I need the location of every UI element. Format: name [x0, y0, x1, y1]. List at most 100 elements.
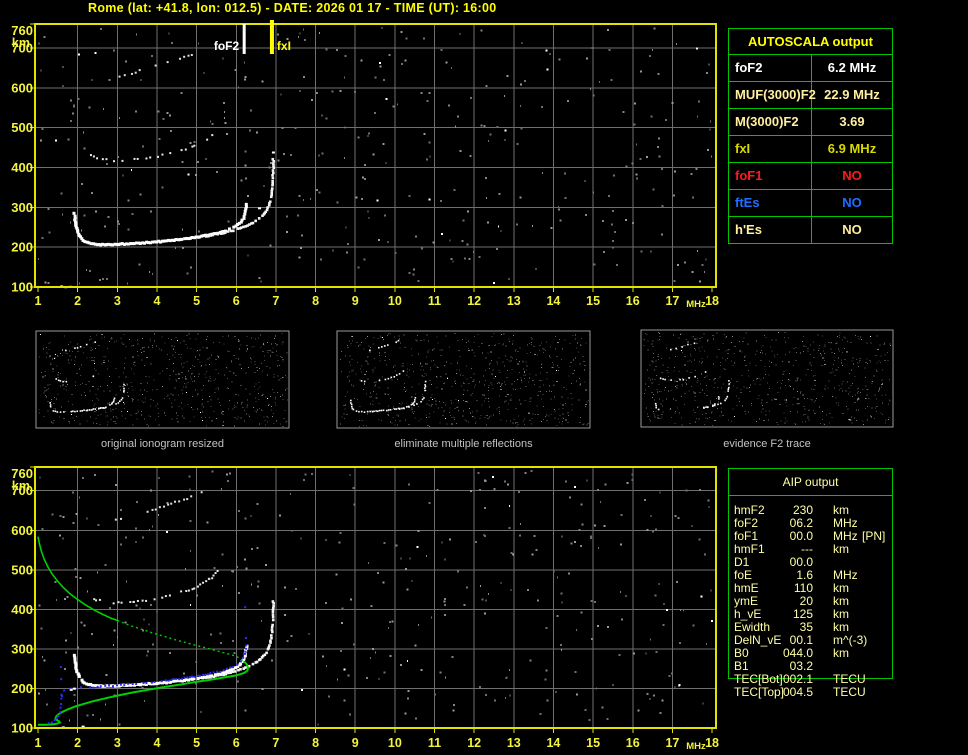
svg-text:5: 5 — [193, 736, 200, 750]
svg-text:14: 14 — [546, 736, 560, 750]
svg-text:9: 9 — [352, 294, 359, 308]
autoscala-rows: foF2 6.2 MHz MUF(3000)F2 22.9 MHz M(3000)F2 3… — [729, 55, 892, 243]
svg-text:11: 11 — [428, 736, 441, 750]
svg-text:12: 12 — [467, 294, 481, 308]
autoscala-row-label: fxI — [729, 136, 812, 162]
autoscala-row-MUF(3000)F2: MUF(3000)F2 22.9 MHz — [729, 82, 892, 109]
noise-speckle — [38, 470, 713, 726]
thumbnail-caption-original: original ionogram resized — [101, 438, 224, 450]
svg-text:MHz: MHz — [686, 299, 706, 310]
svg-text:2: 2 — [74, 294, 81, 308]
aip-unit: km — [833, 646, 849, 660]
svg-text:100: 100 — [11, 280, 33, 295]
svg-text:17: 17 — [665, 736, 679, 750]
svg-text:13: 13 — [507, 294, 521, 308]
autoscala-row-fxI: fxI 6.9 MHz — [729, 136, 892, 163]
svg-text:foF2: foF2 — [214, 39, 240, 53]
svg-text:15: 15 — [586, 736, 600, 750]
svg-text:13: 13 — [507, 736, 521, 750]
autoscala-row-value: 6.9 MHz — [827, 141, 877, 156]
svg-text:600: 600 — [11, 80, 33, 95]
autoscala-row-ftEs: ftEs NO — [729, 190, 892, 217]
svg-text:3: 3 — [114, 736, 121, 750]
thumbnail-caption-evidence: evidence F2 trace — [723, 438, 811, 450]
svg-text:12: 12 — [467, 736, 481, 750]
svg-text:9: 9 — [352, 736, 359, 750]
svg-text:km: km — [12, 479, 30, 493]
svg-text:400: 400 — [11, 160, 33, 175]
svg-text:4: 4 — [153, 294, 160, 308]
autoscala-row-value: NO — [842, 168, 862, 183]
autoscala-row-foF1: foF1 NO — [729, 163, 892, 190]
thumbnail-3 — [640, 329, 894, 428]
aip-value: 004.5 — [782, 685, 813, 699]
svg-text:8: 8 — [312, 294, 319, 308]
svg-text:1: 1 — [35, 294, 42, 308]
aip-unit: TECU — [833, 685, 866, 699]
svg-text:8: 8 — [312, 736, 319, 750]
autoscala-row-value: 6.2 MHz — [827, 60, 877, 75]
svg-text:500: 500 — [11, 120, 33, 135]
svg-text:200: 200 — [11, 681, 33, 696]
svg-text:18: 18 — [705, 736, 719, 750]
svg-text:fxI: fxI — [277, 39, 291, 53]
svg-text:400: 400 — [11, 602, 33, 617]
svg-text:1: 1 — [35, 736, 42, 750]
thumbnail-2 — [336, 330, 591, 429]
autoscala-header: AUTOSCALA output — [729, 29, 892, 55]
autoscala-row-M(3000)F2: M(3000)F2 3.69 — [729, 109, 892, 136]
ionogram-top-chart: 1 2 3 4 5 6 7 8 9 10 11 12 13 14 15 16 17 18MHz7607006005… — [11, 20, 719, 310]
ionogram-bottom-chart: 1 2 3 4 5 6 7 8 9 10 11 12 13 14 15 16 17 18MHz7607006005… — [11, 466, 719, 752]
svg-text:3: 3 — [114, 294, 121, 308]
autoscala-row-label: foF1 — [729, 163, 812, 189]
aip-header: AIP output — [729, 469, 892, 496]
svg-text:16: 16 — [626, 736, 640, 750]
autoscala-row-value: NO — [842, 195, 862, 210]
autoscala-output-panel: AUTOSCALA output foF2 6.2 MHz MUF(3000)F2 2… — [728, 28, 893, 244]
svg-text:10: 10 — [388, 736, 402, 750]
autoscala-row-label: M(3000)F2 — [729, 109, 812, 135]
svg-text:7: 7 — [272, 736, 279, 750]
autoscala-row-value: 22.9 MHz — [824, 87, 880, 102]
aip-extra: [PN] — [862, 529, 886, 543]
scaled-frequency-markers: foF2 fxI — [214, 20, 291, 54]
svg-text:15: 15 — [586, 294, 600, 308]
thumbnail-1 — [35, 330, 290, 429]
svg-text:7: 7 — [272, 294, 279, 308]
aip-unit: km — [833, 542, 849, 556]
svg-text:14: 14 — [546, 294, 560, 308]
svg-text:600: 600 — [11, 523, 33, 538]
svg-text:6: 6 — [233, 736, 240, 750]
autoscala-row-label: ftEs — [729, 190, 812, 216]
aip-row-TEC[Top]: TEC[Top] 004.5 TECU — [729, 686, 892, 699]
svg-text:18: 18 — [705, 294, 719, 308]
svg-text:300: 300 — [11, 200, 33, 215]
svg-text:MHz: MHz — [686, 741, 706, 752]
svg-text:10: 10 — [388, 294, 402, 308]
svg-text:100: 100 — [11, 721, 33, 736]
svg-text:11: 11 — [428, 294, 441, 308]
svg-text:300: 300 — [11, 641, 33, 656]
autoscala-row-value: 3.69 — [839, 114, 865, 129]
noise-speckle — [38, 27, 713, 285]
autoscala-row-value: NO — [842, 222, 862, 237]
svg-text:200: 200 — [11, 240, 33, 255]
echo-traces — [60, 53, 276, 289]
autoscala-row-label: h'Es — [729, 217, 812, 243]
svg-text:5: 5 — [193, 294, 200, 308]
thumbnail-caption-eliminate: eliminate multiple reflections — [394, 438, 533, 450]
autoscala-row-h'Es: h'Es NO — [729, 217, 892, 243]
grid — [35, 467, 716, 728]
autoscala-row-foF2: foF2 6.2 MHz — [729, 55, 892, 82]
svg-text:17: 17 — [665, 294, 679, 308]
aip-output-panel: AIP output hmF2 230 km foF2 06.2 MHz foF1 00.0 M… — [728, 468, 893, 699]
svg-text:6: 6 — [233, 294, 240, 308]
autoscala-row-label: foF2 — [729, 55, 812, 81]
svg-text:km: km — [12, 36, 30, 50]
svg-text:2: 2 — [74, 736, 81, 750]
svg-text:4: 4 — [153, 736, 160, 750]
svg-text:16: 16 — [626, 294, 640, 308]
aip-rows: hmF2 230 km foF2 06.2 MHz foF1 00.0 MHz [PN] hmF1-… — [729, 496, 892, 699]
autoscala-row-label: MUF(3000)F2 — [729, 82, 816, 108]
svg-text:500: 500 — [11, 562, 33, 577]
